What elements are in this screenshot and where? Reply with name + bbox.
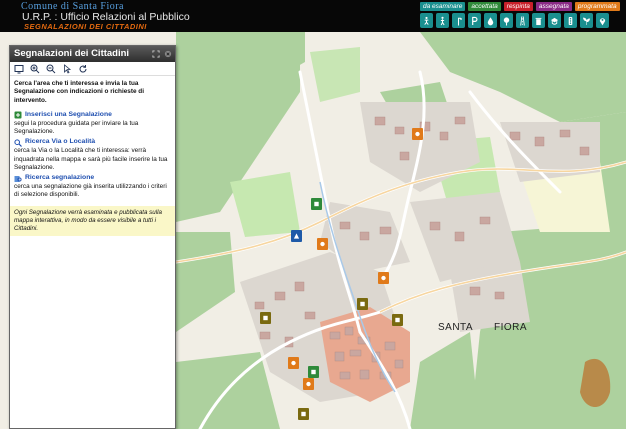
road-icon[interactable] [516,13,529,28]
report-marker[interactable] [298,408,309,420]
panel-title-bar[interactable]: Segnalazioni dei Cittadini [10,46,175,62]
report-marker[interactable] [308,366,319,378]
search-street-link[interactable]: Ricerca Via o Località [25,138,95,147]
streetlight-icon[interactable] [452,13,465,28]
expand-icon[interactable] [151,49,160,58]
refresh-icon[interactable] [78,64,88,74]
status-legend: da esaminare accettata respinta assegnat… [420,2,620,11]
search-report-text: cerca una segnalazione già inserita util… [14,183,167,199]
report-marker[interactable] [291,230,302,242]
report-marker[interactable] [412,128,423,140]
zoom-out-icon[interactable] [46,64,56,74]
close-icon[interactable] [163,49,172,58]
report-marker[interactable] [303,378,314,390]
tree-icon[interactable] [500,13,513,28]
publication-note: Ogni Segnalazione verrà esaminata e pubb… [10,205,175,236]
report-marker[interactable] [317,238,328,250]
report-marker[interactable] [260,312,271,324]
panel-toolbar [10,62,175,76]
category-toolbar [420,13,609,28]
status-tab-respinta[interactable]: respinta [503,2,533,11]
find-report-icon[interactable] [14,175,22,183]
section-title: SEGNALAZIONI DEI CITTADINI [24,22,147,31]
pointer-icon[interactable] [62,64,72,74]
report-marker[interactable] [288,357,299,369]
insert-report-text: segui la procedura guidata per inviare l… [14,119,139,136]
status-tab-assegnata[interactable]: assegnata [535,2,572,11]
report-marker[interactable] [357,298,368,310]
parking-icon[interactable] [468,13,481,28]
pedestrian-icon[interactable] [436,13,449,28]
status-tab-accettata[interactable]: accettata [468,2,501,11]
reports-panel: Segnalazioni dei Cittadini Cerca l'area … [9,45,176,429]
search-street-text: cerca la Via o la Località che ti intere… [14,147,168,171]
accessibility-icon[interactable] [420,13,433,28]
report-marker[interactable] [392,314,403,326]
traffic-icon[interactable] [564,13,577,28]
section-search-report: Ricerca segnalazione cerca una segnalazi… [14,174,171,199]
section-search-street: Ricerca Via o Località cerca la Via o la… [14,138,171,172]
pin-icon[interactable] [596,13,609,28]
insert-icon[interactable] [14,111,22,119]
intro-text: Cerca l'area che ti interessa e invia la… [14,80,144,104]
panel-body: Cerca l'area che ti interessa e invia la… [10,76,175,236]
map-label-fiora: FIORA [494,322,528,333]
zoom-extent-icon[interactable] [14,64,24,74]
school-icon[interactable] [548,13,561,28]
garden-icon[interactable] [580,13,593,28]
insert-report-link[interactable]: Inserisci una Segnalazione [25,111,112,120]
panel-title: Segnalazioni dei Cittadini [14,48,130,59]
section-insert: Inserisci una Segnalazione segui la proc… [14,111,171,136]
report-marker[interactable] [311,198,322,210]
zoom-in-icon[interactable] [30,64,40,74]
search-report-link[interactable]: Ricerca segnalazione [25,174,94,183]
status-tab-da-esaminare[interactable]: da esaminare [420,2,466,11]
map-label-santa: SANTA [438,322,474,333]
search-icon[interactable] [14,139,22,147]
app-header: Comune di Santa Fiora U.R.P. : Ufficio R… [0,0,626,32]
water-icon[interactable] [484,13,497,28]
report-marker[interactable] [378,272,389,284]
status-tab-programmata[interactable]: programmata [574,2,620,11]
waste-icon[interactable] [532,13,545,28]
